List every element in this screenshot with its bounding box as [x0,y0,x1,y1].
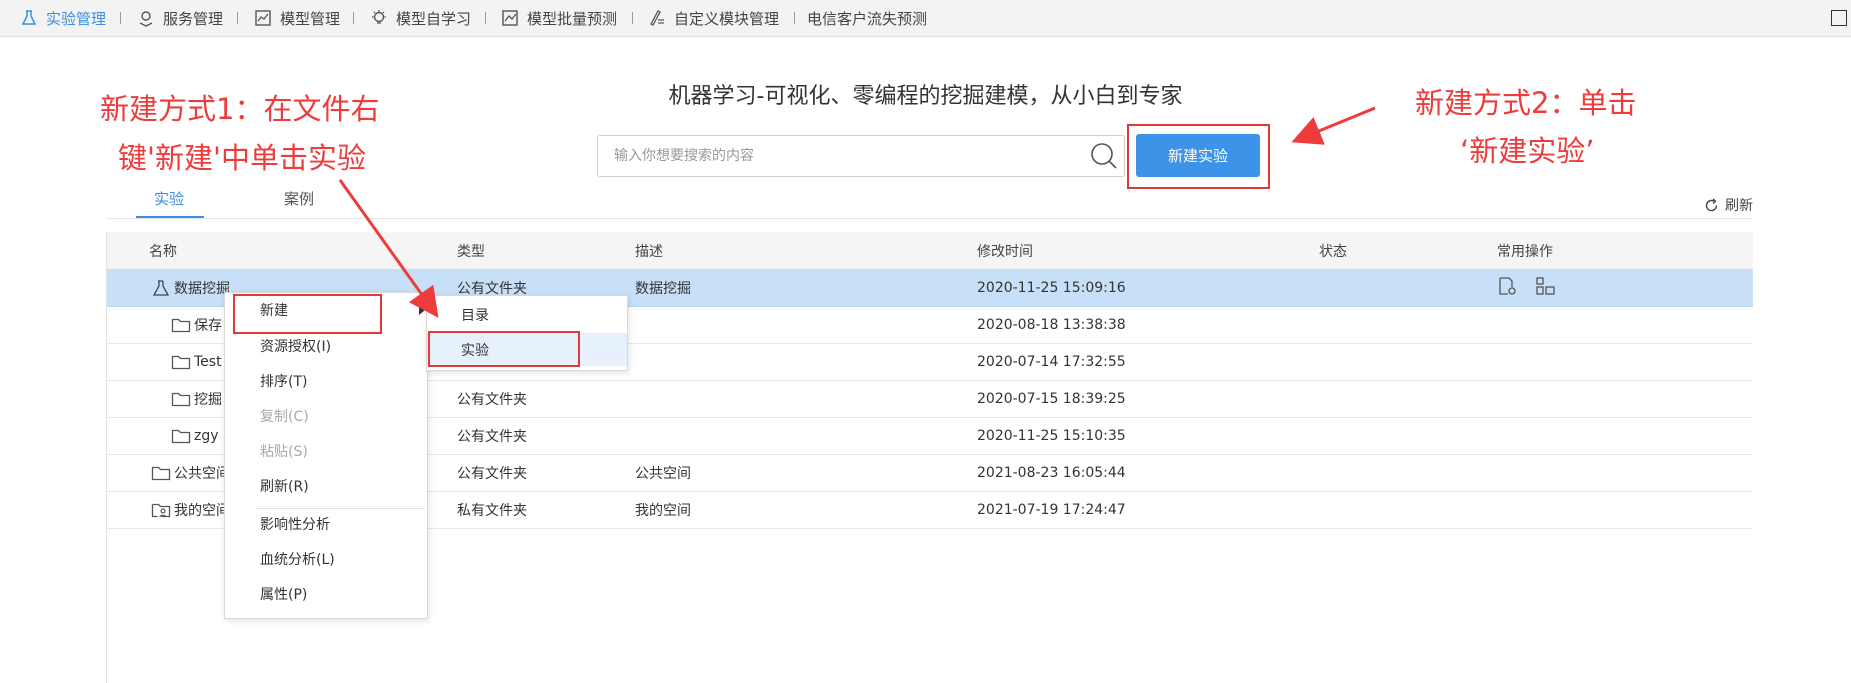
flask-icon [18,7,40,29]
tab-case[interactable]: 案例 [284,188,314,209]
tab-experiment[interactable]: 实验 [154,188,184,209]
annotation-left-line2: 键'新建'中单击实验 [118,141,366,175]
nav-label: 模型批量预测 [527,9,618,28]
submenu-item-experiment[interactable]: 实验 [427,333,627,366]
top-nav: 实验管理 服务管理 模型管理 模型自学习 模型批量预测 自定义模块管理 电信客户… [0,0,1851,37]
cell-type: 公有文件夹 [457,391,527,408]
nav-label: 模型自学习 [396,9,472,28]
chart-box-icon [252,7,274,29]
nav-label: 实验管理 [46,9,107,28]
nav-label: 电信客户流失预测 [807,9,928,28]
table-header: 名称 类型 描述 修改时间 状态 常用操作 [107,232,1753,270]
pen-list-icon [646,7,668,29]
cell-name: Test [171,343,222,380]
cell-name: 保存 [171,306,222,343]
column-header-type[interactable]: 类型 [457,232,485,269]
user-folder-icon [151,502,171,518]
cell-desc: 公共空间 [635,465,691,482]
cell-desc: 我的空间 [635,502,691,519]
refresh-icon [1705,197,1718,211]
column-header-name[interactable]: 名称 [149,232,177,269]
column-header-desc[interactable]: 描述 [635,232,663,269]
cell-time: 2020-07-14 17:32:55 [977,353,1126,370]
nav-item-service[interactable]: 服务管理 [135,0,223,36]
search-icon[interactable] [1090,142,1118,170]
annotation-left-line1: 新建方式1：在文件右 [100,92,380,126]
column-header-ops: 常用操作 [1497,243,1553,260]
cell-name: 公共空间 [151,454,230,491]
settings-doc-icon[interactable] [1497,276,1517,300]
nav-label: 模型管理 [280,9,341,28]
nav-label: 自定义模块管理 [674,9,780,28]
cell-time: 2021-07-19 17:24:47 [977,501,1126,518]
cell-name: zgy [171,417,219,454]
tab-divider [106,218,1752,219]
new-experiment-button[interactable]: 新建实验 [1136,134,1260,177]
nav-separator [794,12,795,24]
modules-icon[interactable] [1535,276,1557,300]
menu-item-impact-analysis[interactable]: 影响性分析 [225,509,427,539]
menu-item-refresh[interactable]: 刷新(R) [225,471,427,501]
cell-name: 我的空间 [151,491,230,528]
cell-type: 私有文件夹 [457,502,527,519]
nav-item-experiment[interactable]: 实验管理 [18,0,106,36]
folder-icon [171,428,191,444]
search-box [597,135,1125,177]
nav-separator [120,12,121,24]
annotation-right-line2: ‘新建实验’ [1460,134,1595,168]
nav-item-model[interactable]: 模型管理 [252,0,340,36]
nav-separator [632,12,633,24]
refresh-button[interactable]: 刷新 [1704,195,1753,215]
context-menu: 新建 资源授权(I) 排序(T) 复制(C) 粘贴(S) 刷新(R) 影响性分析… [224,292,428,619]
cell-time: 2020-11-25 15:10:35 [977,427,1126,444]
nav-separator [237,12,238,24]
row-operations [1497,269,1557,306]
menu-item-copy[interactable]: 复制(C) [225,401,427,431]
column-header-status[interactable]: 状态 [1319,232,1347,269]
menu-item-lineage-analysis[interactable]: 血统分析(L) [225,544,427,574]
cell-time: 2021-08-23 16:05:44 [977,464,1126,481]
cell-name: 挖掘 [171,380,222,417]
line-chart-icon [499,7,521,29]
submenu-arrow-icon [419,305,425,315]
nav-separator [485,12,486,24]
menu-item-paste[interactable]: 粘贴(S) [225,436,427,466]
nav-label: 服务管理 [163,9,224,28]
folder-icon [171,391,191,407]
menu-item-new[interactable]: 新建 [225,295,427,325]
lightbulb-icon [368,7,390,29]
cell-name: 数据挖掘 [151,269,230,306]
arrow-to-new-button [1291,106,1376,145]
tab-active-underline [136,216,204,218]
menu-item-properties[interactable]: 属性(P) [225,579,427,609]
cell-desc: 数据挖掘 [635,280,691,297]
cell-type: 公有文件夹 [457,465,527,482]
flask-icon [151,279,171,297]
window-square-icon[interactable] [1831,10,1847,26]
nav-item-churn-predict[interactable]: 电信客户流失预测 [807,0,927,36]
search-input[interactable] [612,136,1056,176]
folder-icon [171,317,191,333]
folder-icon [171,354,191,370]
location-pin-icon [135,7,157,29]
column-header-time[interactable]: 修改时间 [977,232,1033,269]
cell-type: 公有文件夹 [457,428,527,445]
cell-time: 2020-08-18 13:38:38 [977,316,1126,333]
menu-item-authorize[interactable]: 资源授权(I) [225,331,427,361]
refresh-label: 刷新 [1725,198,1753,214]
nav-item-batch-predict[interactable]: 模型批量预测 [499,0,617,36]
menu-item-sort[interactable]: 排序(T) [225,366,427,396]
cell-time: 2020-11-25 15:09:16 [977,279,1126,296]
annotation-right-line1: 新建方式2：单击 [1415,86,1637,120]
folder-icon [151,465,171,481]
new-submenu: 目录 实验 [426,295,628,371]
nav-separator [353,12,354,24]
submenu-item-directory[interactable]: 目录 [427,298,627,331]
nav-item-custom-module[interactable]: 自定义模块管理 [646,0,779,36]
cell-time: 2020-07-15 18:39:25 [977,390,1126,407]
nav-item-self-learning[interactable]: 模型自学习 [368,0,471,36]
